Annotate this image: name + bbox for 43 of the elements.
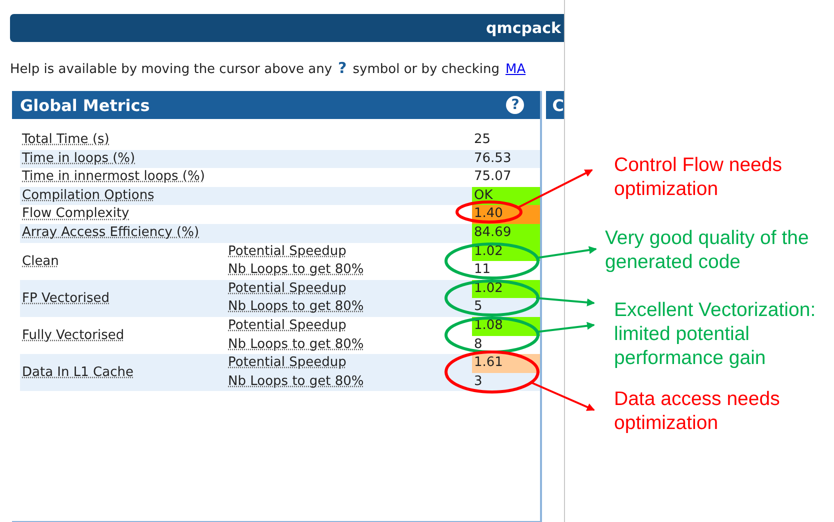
- metric-label: Total Time (s): [22, 132, 110, 147]
- metric-sublabel: Nb Loops to get 80%: [228, 262, 364, 278]
- metric-label: Compilation Options: [22, 188, 154, 203]
- help-icon[interactable]: ?: [506, 96, 524, 114]
- panel-title: Global Metrics: [20, 96, 150, 114]
- metric-label: Data In L1 Cache: [22, 365, 134, 380]
- metric-value: 5: [473, 298, 484, 316]
- metric-value: 8: [473, 336, 484, 354]
- metric-value: 75.07: [473, 168, 512, 186]
- metric-label: Flow Complexity: [22, 206, 130, 222]
- metric-sublabel: Potential Speedup: [228, 318, 346, 333]
- panel-title: C: [552, 96, 564, 114]
- metric-label: Array Access Efficiency (%): [22, 224, 200, 240]
- metric-sublabel: Nb Loops to get 80%: [228, 299, 364, 314]
- metric-label: Fully Vectorised: [22, 328, 124, 344]
- pointer-arrow: [536, 297, 595, 306]
- metric-sublabel: Potential Speedup: [228, 355, 346, 370]
- metric-value: 25: [473, 131, 492, 149]
- help-icon: ?: [338, 59, 347, 77]
- metric-value: 84.69: [472, 224, 540, 243]
- metric-value: 11: [473, 261, 492, 280]
- annotation-text: Excellent Vectorization: limited potential performance gain: [614, 298, 816, 370]
- metric-label: Time in innermost loops (%): [22, 169, 205, 184]
- metric-sublabel: Potential Speedup: [228, 244, 346, 259]
- help-text: Help is available by moving the cursor above any: [10, 62, 332, 77]
- metric-value: 3: [473, 372, 484, 391]
- metric-sublabel: Nb Loops to get 80%: [228, 336, 364, 352]
- annotation-text: Control Flow needs optimization: [614, 153, 782, 201]
- annotation-text: Very good quality of the generated code: [605, 226, 809, 274]
- help-text: symbol or by checking: [352, 62, 500, 77]
- pointer-arrow: [536, 246, 597, 259]
- page-title: qmcpack: [486, 19, 561, 37]
- metric-label: FP Vectorised: [22, 290, 110, 306]
- metric-label: Time in loops (%): [22, 150, 136, 166]
- pointer-arrow: [530, 381, 595, 411]
- metric-value: 76.53: [473, 150, 512, 168]
- annotation-text: Data access needs optimization: [614, 387, 780, 435]
- metric-sublabel: Potential Speedup: [228, 280, 346, 296]
- manual-link[interactable]: MA: [506, 62, 526, 77]
- metric-value: 1.61: [472, 354, 540, 373]
- pointer-arrow: [536, 322, 595, 333]
- metric-sublabel: Nb Loops to get 80%: [228, 374, 364, 389]
- metric-label: Clean: [22, 254, 59, 269]
